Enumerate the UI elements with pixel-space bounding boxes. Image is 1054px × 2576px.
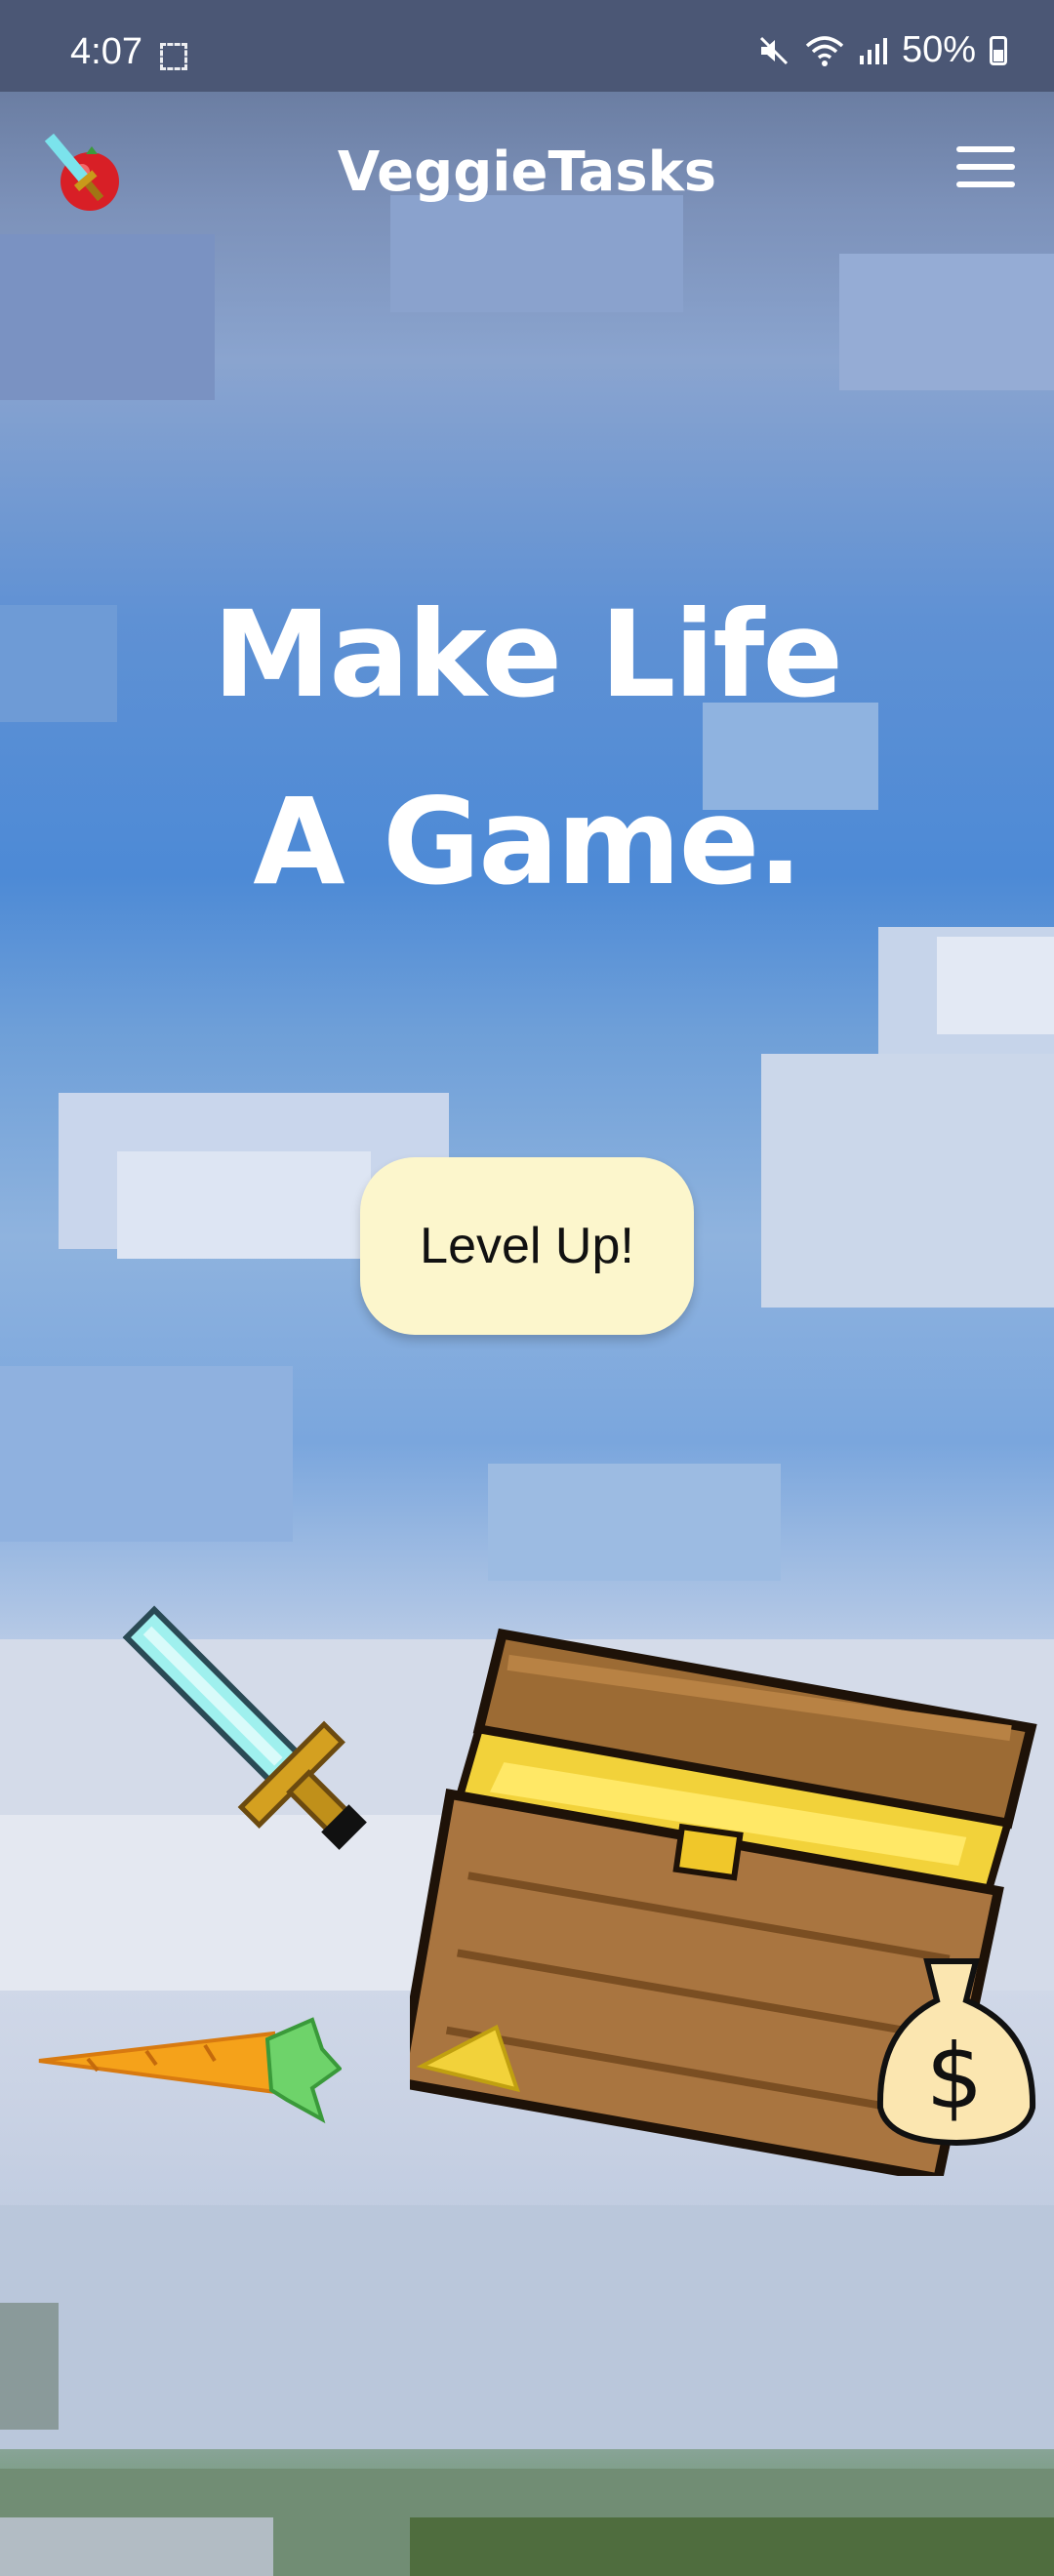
hero-headline-line1: Make Life <box>212 585 843 724</box>
battery-icon <box>990 35 1007 65</box>
svg-text:$: $ <box>926 2025 984 2129</box>
app-header: VeggieTasks <box>0 92 1054 258</box>
wifi-icon <box>804 34 845 67</box>
status-time: 4:07 <box>70 31 142 72</box>
mute-icon <box>757 34 790 67</box>
hamburger-menu-icon[interactable] <box>956 146 1015 191</box>
diamond-sword-icon <box>78 1561 410 1893</box>
level-up-button[interactable]: Level Up! <box>360 1157 694 1335</box>
carrot-icon <box>29 2010 343 2127</box>
hero-headline-line2: A Game. <box>253 773 803 911</box>
battery-percent: 50% <box>901 29 976 70</box>
signal-icon <box>859 36 888 65</box>
status-bar: 4:07 50% <box>0 0 1054 92</box>
status-icons: 50% <box>757 29 1007 71</box>
app-title: VeggieTasks <box>337 141 717 204</box>
money-bag-icon: $ <box>869 1952 1044 2147</box>
screenshot-icon <box>160 43 187 70</box>
